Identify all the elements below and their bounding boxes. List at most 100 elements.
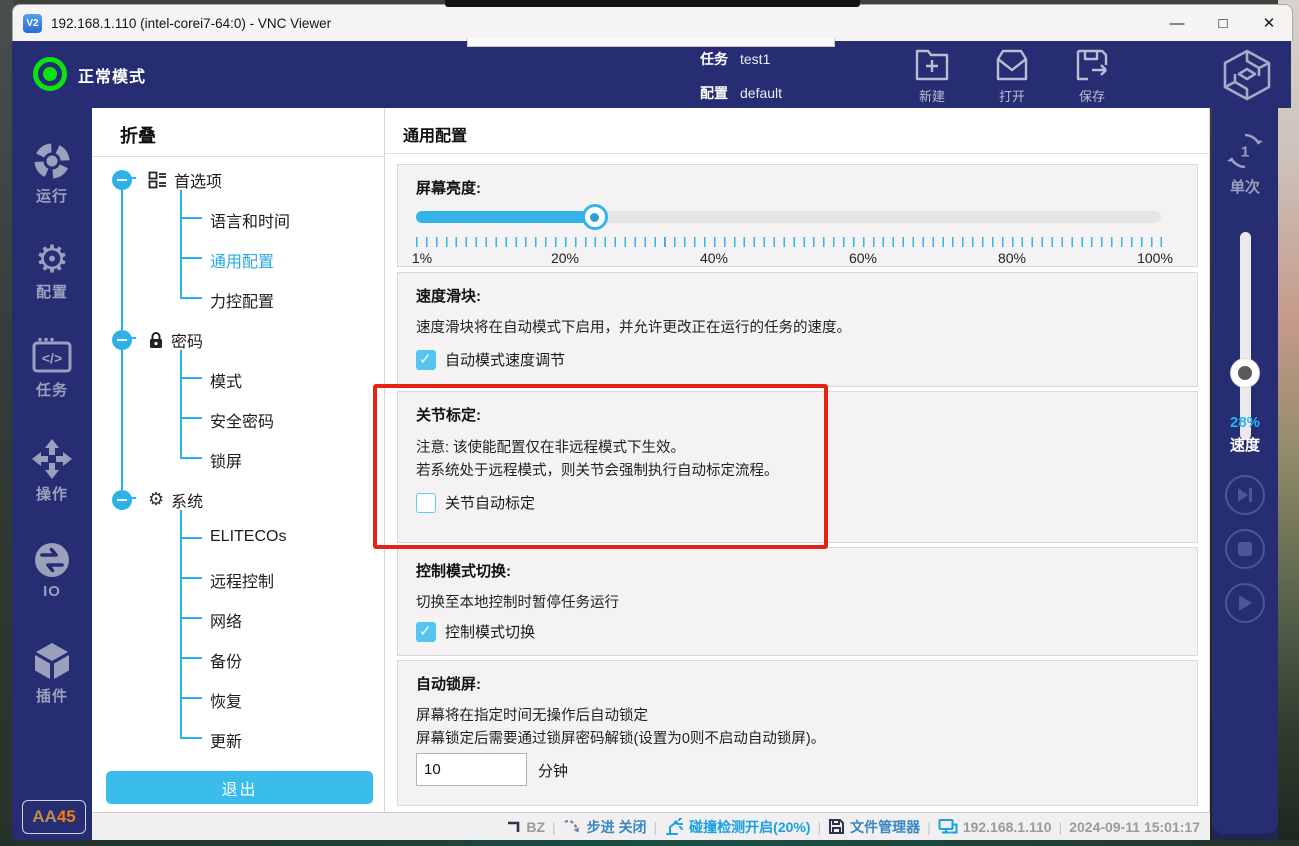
plugin-cube-icon [31,640,73,682]
tree-item-backup[interactable]: 备份 [210,648,242,672]
auto-speed-checkbox-row[interactable]: 自动模式速度调节 [416,349,565,370]
flag-corner-icon [506,820,521,834]
tree-node-preferences[interactable]: 首选项 [112,168,222,192]
tree-item-force-config[interactable]: 力控配置 [210,288,274,312]
page-title: 通用配置 [403,122,467,146]
speed-slider-vertical[interactable] [1240,232,1251,440]
tree-item-elitecos[interactable]: ELITECOs [210,528,286,546]
jog-arrows-icon [31,438,73,480]
checkbox-checked[interactable] [416,622,436,642]
separator: | [927,819,931,835]
sidebar-item-label: IO [43,583,61,600]
stop-button[interactable] [1225,529,1265,569]
save-task-button[interactable]: 保存 [1052,46,1132,104]
tree-item-lock-screen[interactable]: 锁屏 [210,448,242,472]
skip-to-end-button[interactable] [1225,475,1265,515]
status-label: BZ [526,819,545,835]
checkbox-checked[interactable] [416,350,436,370]
action-label: 打开 [999,86,1025,105]
task-code-icon: </> [30,336,74,376]
tree-item-network[interactable]: 网络 [210,608,242,632]
tree-branch-line [180,190,182,298]
status-item-collision-detection[interactable]: 碰撞检测开启(20%) [664,817,810,837]
collapse-toggle-icon[interactable] [112,330,132,350]
status-label: 192.168.1.110 [963,819,1052,835]
tree-item-safety-password[interactable]: 安全密码 [210,408,274,432]
tree-item-general-config[interactable]: 通用配置 [210,248,274,272]
tree-node-label: 首选项 [174,168,222,192]
badge-text: 45 [57,807,76,827]
speed-percent-value: 28% [1212,414,1278,431]
close-button[interactable]: ✕ [1246,5,1292,41]
status-item-bz[interactable]: BZ [506,819,545,835]
control-mode-checkbox-row[interactable]: 控制模式切换 [416,621,535,642]
tree-item-restore[interactable]: 恢复 [210,688,242,712]
auto-lock-minutes-input[interactable] [416,753,527,786]
lock-icon [148,331,164,350]
checkbox-unchecked[interactable] [416,493,436,513]
left-nav-sidebar: 运行 ⚙ 配置 </> 任务 操作 IO [12,108,92,840]
tree-node-password[interactable]: 密码 [112,328,203,352]
new-task-button[interactable]: 新建 [892,46,972,104]
window-titlebar[interactable]: V2 192.168.1.110 (intel-corei7-64:0) - V… [12,4,1293,41]
single-run-button[interactable]: 1 单次 [1212,128,1278,197]
vnc-toolbar-tab[interactable] [445,0,860,7]
divider [385,153,1209,154]
sidebar-item-jog[interactable]: 操作 [12,438,92,504]
sidebar-item-io[interactable]: IO [12,540,92,600]
checkbox-label: 自动模式速度调节 [445,349,565,370]
sidebar-item-config[interactable]: ⚙ 配置 [12,240,92,302]
action-label: 新建 [919,86,945,105]
speed-caption: 速度 [1212,434,1278,455]
stop-icon [1237,541,1253,557]
right-control-sidebar: 1 单次 28% 速度 [1212,108,1278,834]
tree-item-remote-control[interactable]: 远程控制 [210,568,274,592]
network-monitor-icon [938,818,958,835]
tree-item-update[interactable]: 更新 [210,728,242,752]
tree-node-system[interactable]: ⚙ 系统 [112,488,203,512]
brightness-slider[interactable] [416,211,1161,223]
section-speed-slider: 速度滑块: 速度滑块将在自动模式下启用，并允许更改正在运行的任务的速度。 自动模… [397,272,1198,387]
general-config-panel: 通用配置 屏幕亮度: 1% 20% 40% 60% 80% 100% 速度滑块:… [385,108,1210,812]
description-line-1: 屏幕将在指定时间无操作后自动锁定 [416,705,648,728]
config-value: default [740,85,782,101]
checkbox-label: 关节自动标定 [445,492,535,513]
elite-robot-logo-icon [1219,47,1275,103]
separator: | [654,819,658,835]
status-item-ip-address[interactable]: 192.168.1.110 [938,818,1052,835]
maximize-button[interactable]: □ [1200,5,1246,41]
brightness-slider-handle[interactable] [582,204,608,230]
speed-slider-handle[interactable] [1231,359,1259,387]
collapse-tree-button[interactable]: 折叠 [120,122,156,148]
play-button[interactable] [1225,583,1265,623]
sidebar-item-plugin[interactable]: 插件 [12,640,92,706]
sidebar-item-label: 运行 [36,185,68,206]
vnc-toolbar-edge [467,38,835,47]
tree-item-language-time[interactable]: 语言和时间 [210,208,290,232]
status-item-file-manager[interactable]: 文件管理器 [828,817,920,837]
separator: | [552,819,556,835]
settings-tree-panel: 折叠 首选项 语言和时间 通用配置 力控配置 [92,108,385,812]
sidebar-item-run[interactable]: 运行 [12,140,92,206]
file-manager-icon [828,818,845,835]
sidebar-item-task[interactable]: </> 任务 [12,336,92,400]
svg-text:</>: </> [42,350,62,366]
joint-auto-calibration-checkbox-row[interactable]: 关节自动标定 [416,492,535,513]
sidebar-item-label: 插件 [36,685,68,706]
exit-button[interactable]: 退出 [106,771,373,804]
tree-node-label: 密码 [171,328,203,352]
robot-mode-indicator-icon [33,57,67,91]
collapse-toggle-icon[interactable] [112,170,132,190]
minimize-button[interactable]: — [1154,5,1200,41]
tree-item-mode[interactable]: 模式 [210,368,242,392]
config-gear-icon: ⚙ [35,240,69,278]
desktop-wallpaper-right [1278,0,1299,846]
collapse-toggle-icon[interactable] [112,490,132,510]
status-item-step-mode[interactable]: 步进 关闭 [563,817,647,837]
tick-label: 40% [700,250,728,266]
open-task-button[interactable]: 打开 [972,46,1052,104]
tree-stub [180,737,202,739]
sidebar-item-label: 操作 [36,483,68,504]
tree-stub [180,537,202,539]
note-line-2: 若系统处于远程模式，则关节会强制执行自动标定流程。 [416,460,779,483]
